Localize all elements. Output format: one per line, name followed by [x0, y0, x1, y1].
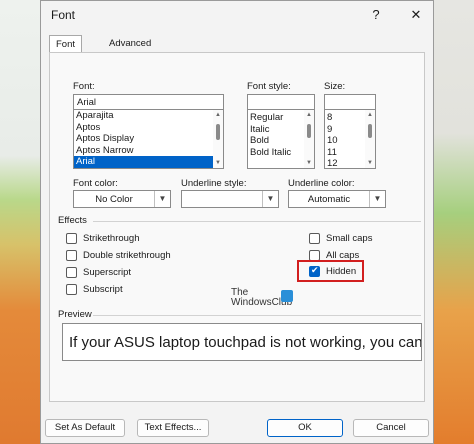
small-caps-label: Small caps	[326, 232, 373, 244]
checkbox-box[interactable]	[66, 283, 77, 295]
title-bar: Font ? ✕	[41, 1, 433, 29]
desktop-wallpaper-left	[0, 0, 40, 444]
checkbox-box[interactable]	[309, 249, 320, 261]
cancel-button[interactable]: Cancel	[353, 419, 429, 437]
effects-divider	[93, 221, 421, 222]
scroll-down-icon[interactable]: ▼	[214, 159, 222, 167]
underline-style-label: Underline style:	[181, 178, 247, 189]
preview-label: Preview	[58, 309, 92, 320]
checkbox-box[interactable]	[66, 232, 77, 244]
double-strikethrough-label: Double strikethrough	[83, 249, 171, 261]
preview-divider	[93, 315, 421, 316]
checkbox-box[interactable]	[66, 266, 77, 278]
hidden-label: Hidden	[326, 265, 357, 277]
font-option-aptos[interactable]: Aptos	[74, 122, 223, 134]
checkbox-box[interactable]	[309, 265, 320, 277]
effects-label: Effects	[58, 215, 87, 226]
preview-box: If your ASUS laptop touchpad is not work…	[62, 323, 422, 361]
close-button[interactable]: ✕	[405, 5, 427, 25]
strikethrough-checkbox[interactable]: Strikethrough	[66, 231, 140, 245]
scroll-up-icon[interactable]: ▲	[366, 111, 374, 119]
font-input[interactable]: Arial	[73, 94, 224, 110]
scroll-down-icon[interactable]: ▼	[366, 159, 374, 167]
checkbox-box[interactable]	[309, 232, 320, 244]
help-button[interactable]: ?	[365, 5, 387, 25]
font-label: Font:	[73, 81, 95, 92]
font-dialog: Font ? ✕ Font Advanced Font: Font style:…	[40, 0, 434, 444]
font-style-input[interactable]	[247, 94, 315, 110]
underline-style-dropdown[interactable]: ▼	[181, 190, 279, 208]
font-color-value: No Color	[95, 194, 133, 205]
tab-advanced[interactable]: Advanced	[103, 35, 157, 53]
scroll-down-icon[interactable]: ▼	[305, 159, 313, 167]
scroll-up-icon[interactable]: ▲	[305, 111, 313, 119]
chevron-down-icon: ▼	[154, 191, 170, 207]
small-caps-checkbox[interactable]: Small caps	[309, 231, 372, 245]
underline-color-dropdown[interactable]: Automatic ▼	[288, 190, 386, 208]
scroll-thumb[interactable]	[216, 124, 220, 140]
size-list[interactable]: 8 9 10 11 12 ▲ ▼	[324, 109, 376, 169]
desktop-wallpaper-right	[434, 0, 474, 444]
underline-color-label: Underline color:	[288, 178, 355, 189]
font-style-label: Font style:	[247, 81, 291, 92]
style-list-scrollbar[interactable]: ▲ ▼	[304, 110, 314, 168]
font-option-aptos-narrow[interactable]: Aptos Narrow	[74, 145, 223, 157]
checkbox-box[interactable]	[66, 249, 77, 261]
ok-button[interactable]: OK	[267, 419, 343, 437]
dialog-title: Font	[51, 8, 76, 22]
scroll-up-icon[interactable]: ▲	[214, 111, 222, 119]
font-option-aparajita[interactable]: Aparajita	[74, 110, 223, 122]
windowsclub-logo-icon	[281, 290, 293, 302]
scroll-thumb[interactable]	[307, 124, 311, 138]
font-color-label: Font color:	[73, 178, 118, 189]
size-list-scrollbar[interactable]: ▲ ▼	[365, 110, 375, 168]
strikethrough-label: Strikethrough	[83, 232, 140, 244]
subscript-label: Subscript	[83, 283, 123, 295]
font-list[interactable]: Aparajita Aptos Aptos Display Aptos Narr…	[73, 109, 224, 169]
chevron-down-icon: ▼	[369, 191, 385, 207]
set-as-default-button[interactable]: Set As Default	[45, 419, 125, 437]
preview-text: If your ASUS laptop touchpad is not work…	[69, 334, 422, 351]
size-label: Size:	[324, 81, 346, 92]
font-style-list[interactable]: Regular Italic Bold Bold Italic ▲ ▼	[247, 109, 315, 169]
font-option-arial[interactable]: Arial	[74, 156, 223, 168]
all-caps-label: All caps	[326, 249, 360, 261]
superscript-checkbox[interactable]: Superscript	[66, 265, 131, 279]
font-option-aptos-display[interactable]: Aptos Display	[74, 133, 223, 145]
chevron-down-icon: ▼	[262, 191, 278, 207]
font-list-scrollbar[interactable]: ▲ ▼	[213, 110, 223, 168]
underline-color-value: Automatic	[307, 194, 351, 205]
tab-font[interactable]: Font	[49, 35, 83, 53]
double-strikethrough-checkbox[interactable]: Double strikethrough	[66, 248, 171, 262]
subscript-checkbox[interactable]: Subscript	[66, 282, 123, 296]
superscript-label: Superscript	[83, 266, 132, 278]
scroll-thumb[interactable]	[368, 124, 372, 138]
hidden-checkbox[interactable]: Hidden	[309, 264, 356, 278]
font-color-dropdown[interactable]: No Color ▼	[73, 190, 171, 208]
text-effects-button[interactable]: Text Effects...	[137, 419, 209, 437]
size-input[interactable]	[324, 94, 376, 110]
